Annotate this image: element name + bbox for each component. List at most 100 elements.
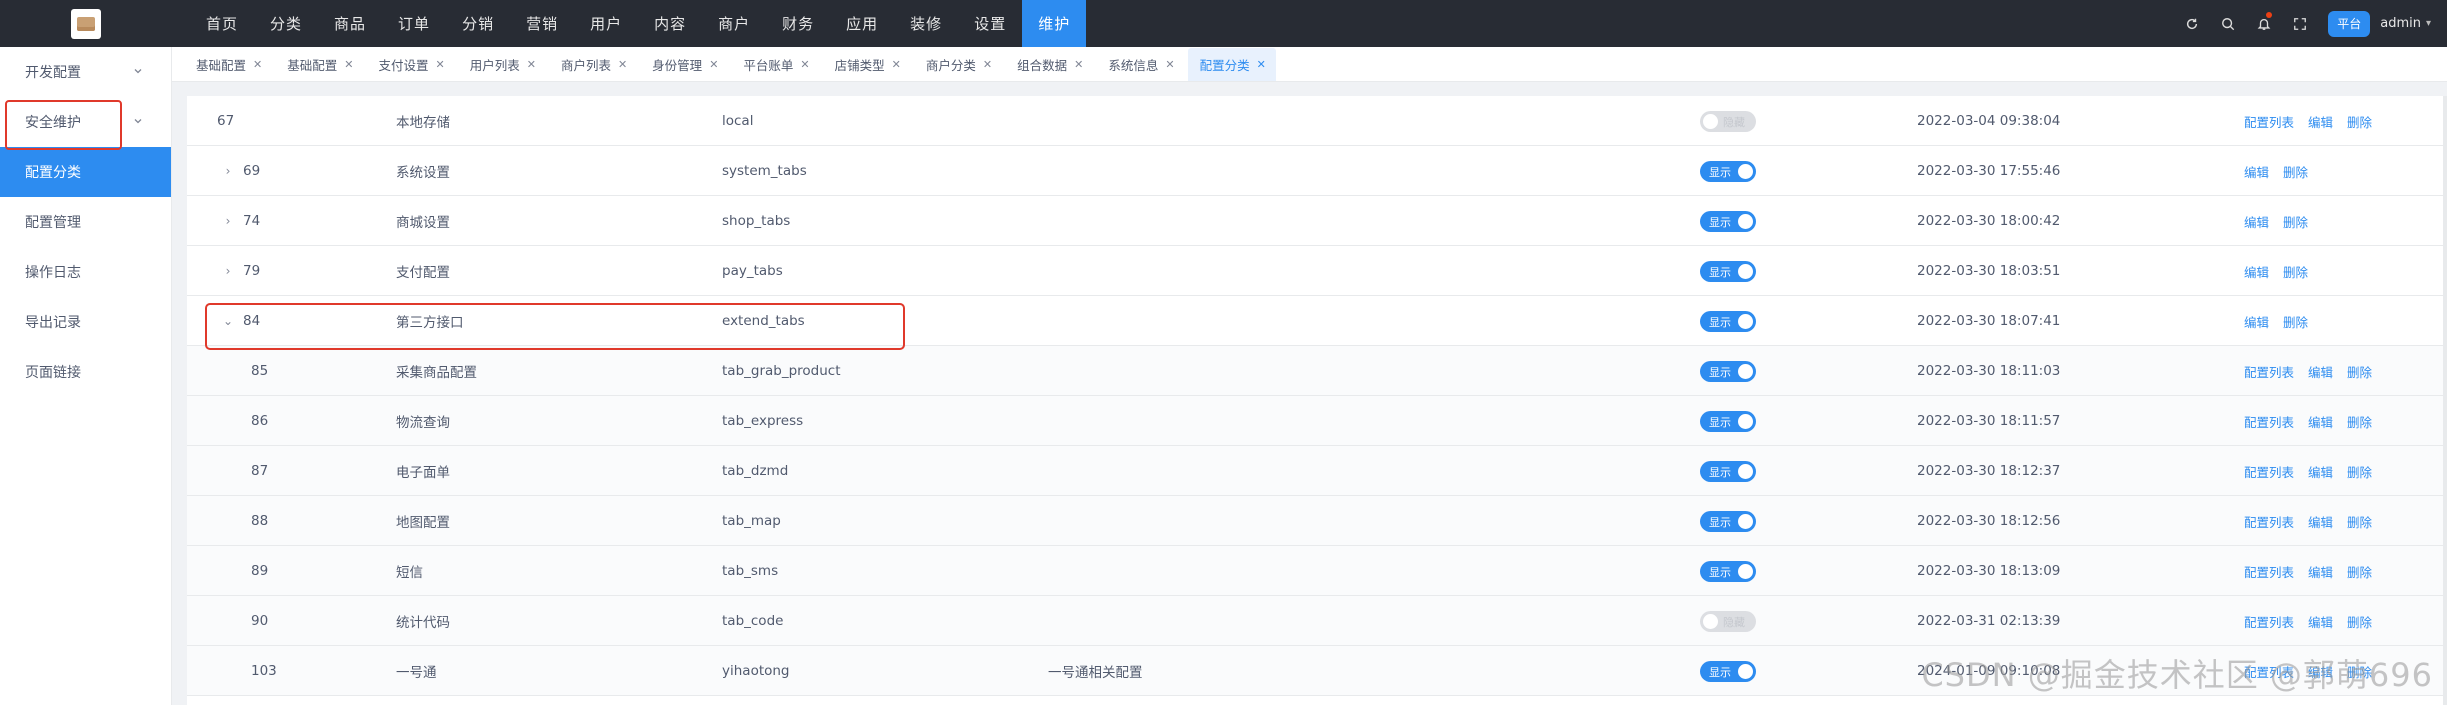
tab[interactable]: 基础配置 ✕ bbox=[275, 48, 363, 81]
edit-link[interactable]: 编辑 bbox=[2244, 312, 2269, 331]
sidebar-item[interactable]: 配置分类 bbox=[0, 147, 171, 197]
sidebar-item[interactable]: 页面链接 bbox=[0, 347, 171, 397]
tab[interactable]: 基础配置 ✕ bbox=[184, 48, 272, 81]
tab[interactable]: 配置分类 ✕ bbox=[1187, 48, 1276, 81]
config-list-link[interactable]: 配置列表 bbox=[2244, 412, 2294, 431]
status-toggle[interactable]: 显示 bbox=[1700, 561, 1756, 582]
delete-link[interactable]: 删除 bbox=[2347, 562, 2372, 581]
scrollbar[interactable] bbox=[2443, 96, 2447, 705]
config-list-link[interactable]: 配置列表 bbox=[2244, 112, 2294, 131]
topnav-item[interactable]: 商品 bbox=[318, 0, 382, 47]
edit-link[interactable]: 编辑 bbox=[2244, 212, 2269, 231]
status-toggle[interactable]: 显示 bbox=[1700, 361, 1756, 382]
tab[interactable]: 店铺类型 ✕ bbox=[823, 48, 911, 81]
status-toggle[interactable]: 显示 bbox=[1700, 511, 1756, 532]
status-toggle[interactable]: 隐藏 bbox=[1700, 611, 1756, 632]
status-toggle[interactable]: 显示 bbox=[1700, 211, 1756, 232]
search-icon[interactable] bbox=[2210, 0, 2246, 47]
edit-link[interactable]: 编辑 bbox=[2308, 412, 2333, 431]
edit-link[interactable]: 编辑 bbox=[2308, 562, 2333, 581]
topnav-item[interactable]: 应用 bbox=[830, 0, 894, 47]
close-icon[interactable]: ✕ bbox=[983, 58, 992, 71]
close-icon[interactable]: ✕ bbox=[800, 58, 809, 71]
topnav-item[interactable]: 财务 bbox=[766, 0, 830, 47]
delete-link[interactable]: 删除 bbox=[2283, 312, 2308, 331]
tab-label: 基础配置 bbox=[196, 58, 247, 73]
topnav-item[interactable]: 用户 bbox=[574, 0, 638, 47]
logo-area[interactable] bbox=[0, 0, 172, 47]
tab[interactable]: 平台账单 ✕ bbox=[731, 48, 819, 81]
delete-link[interactable]: 删除 bbox=[2347, 462, 2372, 481]
topnav-item[interactable]: 内容 bbox=[638, 0, 702, 47]
sidebar-item[interactable]: 导出记录 bbox=[0, 297, 171, 347]
close-icon[interactable]: ✕ bbox=[1165, 58, 1174, 71]
tab[interactable]: 身份管理 ✕ bbox=[640, 48, 728, 81]
delete-link[interactable]: 删除 bbox=[2347, 112, 2372, 131]
edit-link[interactable]: 编辑 bbox=[2308, 362, 2333, 381]
close-icon[interactable]: ✕ bbox=[527, 58, 536, 71]
status-toggle[interactable]: 隐藏 bbox=[1700, 111, 1756, 132]
platform-badge[interactable]: 平台 bbox=[2328, 10, 2371, 37]
close-icon[interactable]: ✕ bbox=[435, 58, 444, 71]
status-toggle[interactable]: 显示 bbox=[1700, 161, 1756, 182]
delete-link[interactable]: 删除 bbox=[2347, 362, 2372, 381]
delete-link[interactable]: 删除 bbox=[2347, 412, 2372, 431]
topnav-item[interactable]: 设置 bbox=[958, 0, 1022, 47]
chevron-right-icon[interactable]: › bbox=[221, 214, 235, 228]
tab[interactable]: 系统信息 ✕ bbox=[1096, 48, 1184, 81]
fullscreen-icon[interactable] bbox=[2282, 0, 2318, 47]
close-icon[interactable]: ✕ bbox=[618, 58, 627, 71]
delete-link[interactable]: 删除 bbox=[2347, 512, 2372, 531]
topnav-item[interactable]: 分销 bbox=[446, 0, 510, 47]
sidebar-item[interactable]: 配置管理 bbox=[0, 197, 171, 247]
config-list-link[interactable]: 配置列表 bbox=[2244, 362, 2294, 381]
config-list-link[interactable]: 配置列表 bbox=[2244, 512, 2294, 531]
close-icon[interactable]: ✕ bbox=[709, 58, 718, 71]
tab[interactable]: 用户列表 ✕ bbox=[458, 48, 546, 81]
chevron-down-icon[interactable]: ⌄ bbox=[221, 314, 235, 328]
bell-icon[interactable] bbox=[2246, 0, 2282, 47]
status-toggle[interactable]: 显示 bbox=[1700, 311, 1756, 332]
edit-link[interactable]: 编辑 bbox=[2308, 112, 2333, 131]
edit-link[interactable]: 编辑 bbox=[2244, 262, 2269, 281]
status-toggle[interactable]: 显示 bbox=[1700, 461, 1756, 482]
user-menu[interactable]: admin ▾ bbox=[2370, 16, 2447, 31]
tab[interactable]: 组合数据 ✕ bbox=[1005, 48, 1093, 81]
edit-link[interactable]: 编辑 bbox=[2308, 462, 2333, 481]
config-list-link[interactable]: 配置列表 bbox=[2244, 462, 2294, 481]
close-icon[interactable]: ✕ bbox=[344, 58, 353, 71]
delete-link[interactable]: 删除 bbox=[2283, 212, 2308, 231]
chevron-right-icon[interactable]: › bbox=[221, 164, 235, 178]
edit-link[interactable]: 编辑 bbox=[2308, 612, 2333, 631]
tab[interactable]: 支付设置 ✕ bbox=[366, 48, 454, 81]
topnav-item[interactable]: 维护 bbox=[1022, 0, 1087, 47]
delete-link[interactable]: 删除 bbox=[2283, 162, 2308, 181]
sidebar-item[interactable]: 安全维护 bbox=[0, 97, 171, 147]
topnav-item[interactable]: 商户 bbox=[702, 0, 766, 47]
status-toggle[interactable]: 显示 bbox=[1700, 261, 1756, 282]
config-list-link[interactable]: 配置列表 bbox=[2244, 612, 2294, 631]
topnav-item[interactable]: 装修 bbox=[894, 0, 958, 47]
topnav-item[interactable]: 订单 bbox=[382, 0, 446, 47]
refresh-icon[interactable] bbox=[2174, 0, 2210, 47]
close-icon[interactable]: ✕ bbox=[892, 58, 901, 71]
close-icon[interactable]: ✕ bbox=[1257, 58, 1266, 71]
close-icon[interactable]: ✕ bbox=[1074, 58, 1083, 71]
cell-time: 2022-03-30 18:12:56 bbox=[1917, 513, 2061, 529]
edit-link[interactable]: 编辑 bbox=[2244, 162, 2269, 181]
close-icon[interactable]: ✕ bbox=[253, 58, 262, 71]
topnav-item[interactable]: 营销 bbox=[510, 0, 574, 47]
status-toggle[interactable]: 显示 bbox=[1700, 661, 1756, 682]
status-toggle[interactable]: 显示 bbox=[1700, 411, 1756, 432]
chevron-right-icon[interactable]: › bbox=[221, 264, 235, 278]
tab[interactable]: 商户分类 ✕ bbox=[914, 48, 1002, 81]
topnav-item[interactable]: 分类 bbox=[254, 0, 318, 47]
topnav-item[interactable]: 首页 bbox=[190, 0, 254, 47]
sidebar-item[interactable]: 开发配置 bbox=[0, 47, 171, 97]
delete-link[interactable]: 删除 bbox=[2347, 612, 2372, 631]
tab[interactable]: 商户列表 ✕ bbox=[549, 48, 637, 81]
edit-link[interactable]: 编辑 bbox=[2308, 512, 2333, 531]
config-list-link[interactable]: 配置列表 bbox=[2244, 562, 2294, 581]
delete-link[interactable]: 删除 bbox=[2283, 262, 2308, 281]
sidebar-item[interactable]: 操作日志 bbox=[0, 247, 171, 297]
